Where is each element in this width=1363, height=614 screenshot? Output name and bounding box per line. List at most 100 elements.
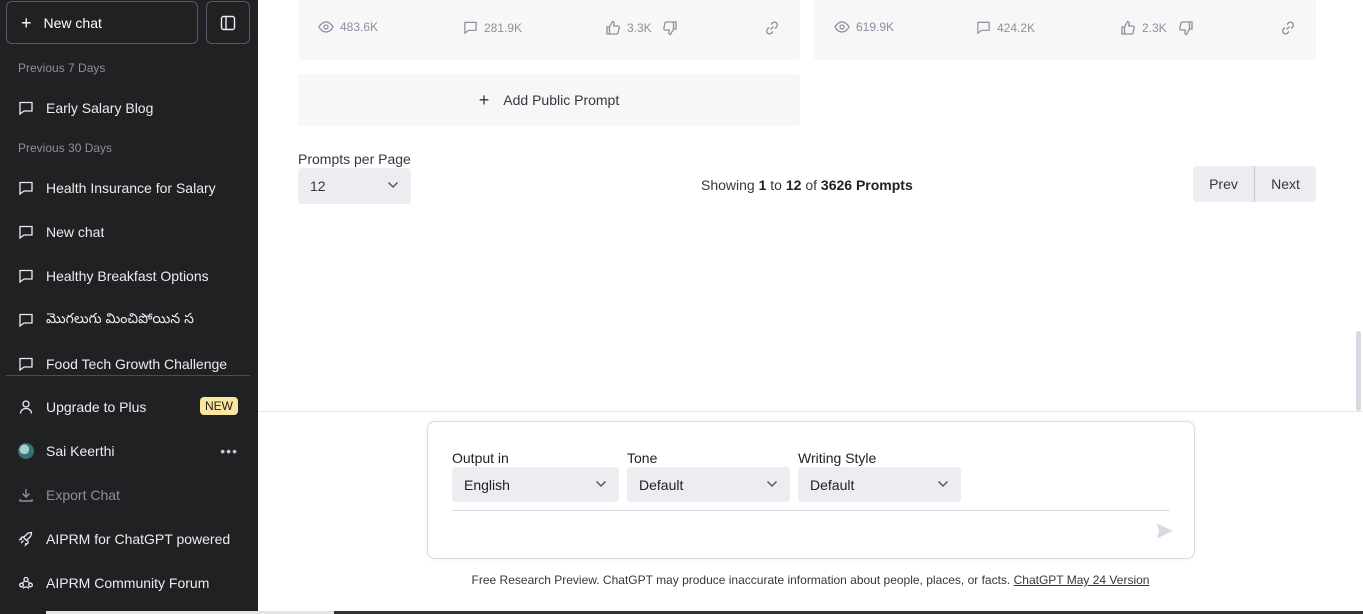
chevron-down-icon <box>766 480 778 488</box>
chat-item[interactable]: Health Insurance for Salary <box>6 168 250 208</box>
add-public-prompt-button[interactable]: + Add Public Prompt <box>298 74 800 126</box>
add-prompt-label: Add Public Prompt <box>503 92 620 108</box>
eye-icon <box>834 21 850 33</box>
views-count: 483.6K <box>340 20 379 34</box>
comment-icon <box>464 21 477 35</box>
user-name: Sai Keerthi <box>46 443 115 459</box>
aiprm-label: AIPRM for ChatGPT powered <box>46 531 231 547</box>
chat-item[interactable]: Healthy Breakfast Options <box>6 256 250 296</box>
showing-to: 12 <box>785 177 802 193</box>
chat-item[interactable]: మొగలుగు మించిపోయిన స <box>6 300 250 340</box>
chat-title: Health Insurance for Salary <box>46 180 216 196</box>
composer-divider <box>452 510 1170 511</box>
comments-count: 424.2K <box>997 20 1036 35</box>
writing-style-label: Writing Style <box>798 450 877 466</box>
user-icon <box>19 400 33 414</box>
writing-style-select[interactable]: Default <box>798 467 961 502</box>
showing-from: 1 <box>758 177 767 193</box>
export-chat-button[interactable]: Export Chat <box>6 475 250 515</box>
new-chat-label: New chat <box>43 14 102 31</box>
chat-item[interactable]: New chat <box>6 212 250 252</box>
plus-icon: + <box>21 12 32 33</box>
sidebar-toggle-icon <box>220 15 236 30</box>
thumbs-up-icon <box>1121 20 1135 35</box>
tone-label: Tone <box>627 450 658 466</box>
showing-prefix: Showing <box>701 177 755 193</box>
disclaimer-text: Free Research Preview. ChatGPT may produ… <box>471 573 1014 587</box>
like-button[interactable]: 2.3K <box>1120 20 1167 36</box>
plus-icon: + <box>478 89 490 110</box>
chat-bubble-icon <box>19 357 33 372</box>
prompt-card-footer: 483.6K 281.9K 3.3K <box>298 0 800 60</box>
toggle-sidebar-button[interactable] <box>206 1 250 44</box>
prompts-per-page-label: Prompts per Page <box>298 151 411 167</box>
showing-to-word: to <box>770 177 782 193</box>
chat-bubble-icon <box>19 101 33 116</box>
chat-bubble-icon <box>19 269 33 284</box>
chevron-down-icon <box>937 480 949 488</box>
thumbs-up-icon <box>606 20 620 35</box>
comment-icon <box>977 21 990 35</box>
new-chat-button[interactable]: + New chat <box>6 1 198 44</box>
rocket-icon <box>18 531 33 547</box>
composer-top-border <box>258 411 1363 412</box>
chat-title: Healthy Breakfast Options <box>46 268 209 284</box>
chat-bubble-icon <box>19 313 33 328</box>
prompt-card-footer: 619.9K 424.2K 2.3K <box>814 0 1316 60</box>
comments-stat: 424.2K <box>976 20 1035 35</box>
chat-item[interactable]: Food Tech Growth Challenge <box>6 344 250 384</box>
send-icon[interactable] <box>1156 522 1174 540</box>
views-count: 619.9K <box>856 20 895 34</box>
footer-disclaimer: Free Research Preview. ChatGPT may produ… <box>258 573 1363 587</box>
thumbs-down-icon[interactable] <box>1178 20 1194 36</box>
chevron-down-icon <box>595 480 607 488</box>
avatar <box>18 443 34 459</box>
eye-icon <box>318 21 334 33</box>
views-stat: 619.9K <box>834 20 894 34</box>
prompts-per-page-value: 12 <box>310 178 326 194</box>
upgrade-to-plus-button[interactable]: Upgrade to Plus NEW <box>6 387 250 427</box>
upgrade-label: Upgrade to Plus <box>46 399 147 415</box>
output-language-select[interactable]: English <box>452 467 619 502</box>
chevron-down-icon <box>387 181 399 189</box>
section-label-7-days: Previous 7 Days <box>18 61 106 75</box>
chat-title: మొగలుగు మించిపోయిన స <box>46 310 194 326</box>
chat-bubble-icon <box>19 181 33 196</box>
thumbs-down-icon[interactable] <box>662 20 678 36</box>
showing-of-word: of <box>805 177 818 193</box>
like-button[interactable]: 3.3K <box>605 20 652 36</box>
export-label: Export Chat <box>46 487 120 503</box>
chat-item[interactable]: Early Salary Blog <box>6 88 250 128</box>
chat-title: Early Salary Blog <box>46 100 154 116</box>
section-label-30-days: Previous 30 Days <box>18 141 113 155</box>
community-label: AIPRM Community Forum <box>46 575 210 591</box>
scrollbar-thumb[interactable] <box>1356 331 1361 411</box>
chat-bubble-icon <box>19 225 33 240</box>
new-badge: NEW <box>200 397 238 415</box>
link-icon[interactable] <box>1280 20 1296 36</box>
comments-stat: 281.9K <box>463 20 522 35</box>
showing-total: 3626 Prompts <box>820 177 913 193</box>
user-menu[interactable]: Sai Keerthi ••• <box>6 431 250 471</box>
chat-title: Food Tech Growth Challenge <box>46 356 228 372</box>
pagination-controls: Prev Next <box>1193 166 1316 202</box>
community-icon <box>19 576 33 589</box>
sidebar-divider <box>6 375 250 376</box>
community-forum-link[interactable]: AIPRM Community Forum <box>6 563 250 603</box>
output-language-label: Output in <box>452 450 509 466</box>
prev-button[interactable]: Prev <box>1193 166 1254 202</box>
next-button[interactable]: Next <box>1255 166 1316 202</box>
aiprm-link[interactable]: AIPRM for ChatGPT powered <box>6 519 250 559</box>
more-options-icon[interactable]: ••• <box>220 443 238 459</box>
chat-composer: Output in English Tone Default Writing S… <box>427 421 1195 559</box>
version-link[interactable]: ChatGPT May 24 Version <box>1014 573 1150 587</box>
prompts-per-page-select[interactable]: 12 <box>298 168 411 204</box>
tone-select[interactable]: Default <box>627 467 790 502</box>
comments-count: 281.9K <box>484 20 523 35</box>
download-icon <box>19 489 33 502</box>
likes-count: 3.3K <box>627 21 652 35</box>
link-icon[interactable] <box>764 20 780 36</box>
tone-value: Default <box>639 476 684 493</box>
output-language-value: English <box>464 476 510 493</box>
chat-title: New chat <box>46 224 105 240</box>
